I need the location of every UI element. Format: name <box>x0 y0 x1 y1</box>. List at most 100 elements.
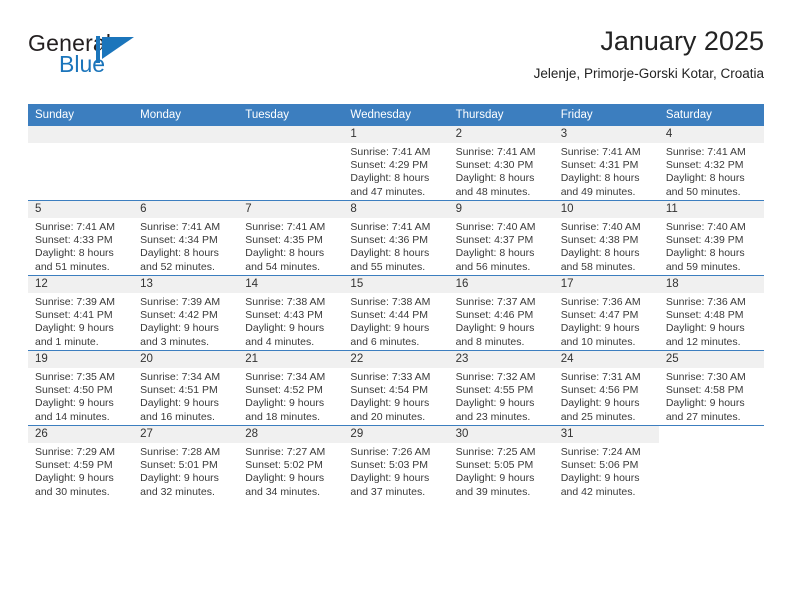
day-number: 28 <box>238 426 344 443</box>
calendar-cell[interactable]: 25 Sunrise: 7:30 AM Sunset: 4:58 PM Dayligh… <box>658 350 764 426</box>
day-cell[interactable]: 18 Sunrise: 7:36 AM Sunset: 4:48 PM Dayligh… <box>658 276 764 350</box>
calendar-cell[interactable]: 26 Sunrise: 7:29 AM Sunset: 4:59 PM Dayligh… <box>28 425 134 500</box>
day-cell[interactable]: 9 Sunrise: 7:40 AM Sunset: 4:37 PM Daylight… <box>448 201 554 275</box>
calendar-cell[interactable]: 23 Sunrise: 7:32 AM Sunset: 4:55 PM Dayligh… <box>448 350 554 426</box>
sunrise-text: Sunrise: 7:34 AM <box>140 371 221 383</box>
calendar-cell[interactable]: 5 Sunrise: 7:41 AM Sunset: 4:33 PM Daylight… <box>28 200 134 276</box>
calendar-cell[interactable]: 10 Sunrise: 7:40 AM Sunset: 4:38 PM Dayligh… <box>553 200 659 276</box>
day-cell[interactable]: 25 Sunrise: 7:30 AM Sunset: 4:58 PM Dayligh… <box>658 351 764 425</box>
calendar-cell[interactable]: 21 Sunrise: 7:34 AM Sunset: 4:52 PM Dayligh… <box>238 350 344 426</box>
day-info: Sunrise: 7:37 AM Sunset: 4:46 PM Daylight:… <box>449 293 554 349</box>
day-cell[interactable]: 16 Sunrise: 7:37 AM Sunset: 4:46 PM Dayligh… <box>448 276 554 350</box>
sunset-text: Sunset: 4:32 PM <box>665 159 744 172</box>
calendar-cell[interactable]: 14 Sunrise: 7:38 AM Sunset: 4:43 PM Dayligh… <box>238 275 344 351</box>
daylight-text-line2: and 23 minutes. <box>455 410 531 423</box>
day-cell[interactable]: 28 Sunrise: 7:27 AM Sunset: 5:02 PM Dayligh… <box>238 426 344 500</box>
day-cell[interactable]: 12 Sunrise: 7:39 AM Sunset: 4:41 PM Dayligh… <box>28 276 134 350</box>
calendar-cell[interactable]: 30 Sunrise: 7:25 AM Sunset: 5:05 PM Dayligh… <box>448 425 554 500</box>
day-cell[interactable]: 13 Sunrise: 7:39 AM Sunset: 4:42 PM Dayligh… <box>133 276 239 350</box>
calendar-cell[interactable] <box>658 425 764 500</box>
day-info: Sunrise: 7:34 AM Sunset: 4:51 PM Daylight:… <box>133 368 238 424</box>
day-cell[interactable]: 20 Sunrise: 7:34 AM Sunset: 4:51 PM Dayligh… <box>133 351 239 425</box>
calendar-cell[interactable]: 24 Sunrise: 7:31 AM Sunset: 4:56 PM Dayligh… <box>553 350 659 426</box>
calendar-cell[interactable]: 7 Sunrise: 7:41 AM Sunset: 4:35 PM Daylight… <box>238 200 344 276</box>
sunrise-text: Sunrise: 7:41 AM <box>350 221 431 233</box>
title-block: January 2025 Jelenje, Primorje-Gorski Ko… <box>534 24 764 85</box>
calendar-cell[interactable]: 8 Sunrise: 7:41 AM Sunset: 4:36 PM Daylight… <box>343 200 449 276</box>
day-info: Sunrise: 7:39 AM Sunset: 4:41 PM Daylight:… <box>28 293 133 349</box>
calendar-cell[interactable]: 18 Sunrise: 7:36 AM Sunset: 4:48 PM Dayligh… <box>658 275 764 351</box>
calendar-cell[interactable]: 16 Sunrise: 7:37 AM Sunset: 4:46 PM Dayligh… <box>448 275 554 351</box>
day-number <box>28 126 134 143</box>
calendar-cell[interactable]: 9 Sunrise: 7:40 AM Sunset: 4:37 PM Daylight… <box>448 200 554 276</box>
calendar-cell[interactable]: 1 Sunrise: 7:41 AM Sunset: 4:29 PM Daylight… <box>343 126 449 201</box>
day-cell[interactable]: 7 Sunrise: 7:41 AM Sunset: 4:35 PM Daylight… <box>238 201 344 275</box>
day-cell[interactable]: 23 Sunrise: 7:32 AM Sunset: 4:55 PM Dayligh… <box>448 351 554 425</box>
day-cell[interactable]: 15 Sunrise: 7:38 AM Sunset: 4:44 PM Dayligh… <box>343 276 449 350</box>
day-number: 1 <box>343 126 449 143</box>
day-cell[interactable]: 17 Sunrise: 7:36 AM Sunset: 4:47 PM Dayligh… <box>553 276 659 350</box>
sunrise-text: Sunrise: 7:41 AM <box>665 146 746 158</box>
day-cell[interactable] <box>238 126 344 200</box>
sunrise-text: Sunrise: 7:34 AM <box>245 371 326 383</box>
day-cell[interactable]: 10 Sunrise: 7:40 AM Sunset: 4:38 PM Dayligh… <box>553 201 659 275</box>
day-cell[interactable]: 2 Sunrise: 7:41 AM Sunset: 4:30 PM Daylight… <box>448 126 554 200</box>
day-cell[interactable] <box>658 426 764 500</box>
day-cell[interactable] <box>28 126 134 200</box>
day-cell[interactable]: 14 Sunrise: 7:38 AM Sunset: 4:43 PM Dayligh… <box>238 276 344 350</box>
day-cell[interactable]: 30 Sunrise: 7:25 AM Sunset: 5:05 PM Dayligh… <box>448 426 554 500</box>
calendar-cell[interactable] <box>238 126 344 201</box>
calendar-cell[interactable]: 28 Sunrise: 7:27 AM Sunset: 5:02 PM Dayligh… <box>238 425 344 500</box>
day-info: Sunrise: 7:34 AM Sunset: 4:52 PM Daylight:… <box>238 368 343 424</box>
brand-logo[interactable]: General Blue <box>28 30 208 88</box>
calendar-cell[interactable]: 22 Sunrise: 7:33 AM Sunset: 4:54 PM Dayligh… <box>343 350 449 426</box>
day-cell[interactable]: 1 Sunrise: 7:41 AM Sunset: 4:29 PM Daylight… <box>343 126 449 200</box>
daylight-text-line1: Daylight: 9 hours <box>560 472 640 485</box>
calendar-cell[interactable]: 20 Sunrise: 7:34 AM Sunset: 4:51 PM Dayligh… <box>133 350 239 426</box>
calendar-week-row: 12 Sunrise: 7:39 AM Sunset: 4:41 PM Dayligh… <box>28 275 764 351</box>
calendar-week-row: 1 Sunrise: 7:41 AM Sunset: 4:29 PM Daylight… <box>28 126 764 201</box>
day-cell[interactable]: 27 Sunrise: 7:28 AM Sunset: 5:01 PM Dayligh… <box>133 426 239 500</box>
day-cell[interactable]: 6 Sunrise: 7:41 AM Sunset: 4:34 PM Daylight… <box>133 201 239 275</box>
sunrise-text: Sunrise: 7:38 AM <box>245 296 326 308</box>
calendar-cell[interactable]: 11 Sunrise: 7:40 AM Sunset: 4:39 PM Dayligh… <box>658 200 764 276</box>
calendar-cell[interactable]: 15 Sunrise: 7:38 AM Sunset: 4:44 PM Dayligh… <box>343 275 449 351</box>
day-cell[interactable]: 21 Sunrise: 7:34 AM Sunset: 4:52 PM Dayligh… <box>238 351 344 425</box>
calendar-cell[interactable]: 19 Sunrise: 7:35 AM Sunset: 4:50 PM Dayligh… <box>28 350 134 426</box>
sunrise-text: Sunrise: 7:40 AM <box>455 221 536 233</box>
day-cell[interactable]: 4 Sunrise: 7:41 AM Sunset: 4:32 PM Daylight… <box>658 126 764 200</box>
day-cell[interactable]: 3 Sunrise: 7:41 AM Sunset: 4:31 PM Daylight… <box>553 126 659 200</box>
calendar-cell[interactable]: 29 Sunrise: 7:26 AM Sunset: 5:03 PM Dayligh… <box>343 425 449 500</box>
day-cell[interactable]: 26 Sunrise: 7:29 AM Sunset: 4:59 PM Dayligh… <box>28 426 134 500</box>
calendar-cell[interactable]: 2 Sunrise: 7:41 AM Sunset: 4:30 PM Daylight… <box>448 126 554 201</box>
day-cell[interactable] <box>133 126 239 200</box>
day-cell[interactable]: 11 Sunrise: 7:40 AM Sunset: 4:39 PM Dayligh… <box>658 201 764 275</box>
day-cell[interactable]: 19 Sunrise: 7:35 AM Sunset: 4:50 PM Dayligh… <box>28 351 134 425</box>
calendar-cell[interactable]: 13 Sunrise: 7:39 AM Sunset: 4:42 PM Dayligh… <box>133 275 239 351</box>
calendar-cell[interactable]: 12 Sunrise: 7:39 AM Sunset: 4:41 PM Dayligh… <box>28 275 134 351</box>
day-number: 12 <box>28 276 134 293</box>
day-number <box>658 426 764 443</box>
calendar-cell[interactable]: 6 Sunrise: 7:41 AM Sunset: 4:34 PM Daylight… <box>133 200 239 276</box>
day-cell[interactable]: 8 Sunrise: 7:41 AM Sunset: 4:36 PM Daylight… <box>343 201 449 275</box>
daylight-text-line1: Daylight: 8 hours <box>350 172 430 185</box>
calendar-cell[interactable]: 31 Sunrise: 7:24 AM Sunset: 5:06 PM Dayligh… <box>553 425 659 500</box>
calendar-cell[interactable]: 27 Sunrise: 7:28 AM Sunset: 5:01 PM Dayligh… <box>133 425 239 500</box>
calendar-cell[interactable]: 4 Sunrise: 7:41 AM Sunset: 4:32 PM Daylight… <box>658 126 764 201</box>
day-cell[interactable]: 22 Sunrise: 7:33 AM Sunset: 4:54 PM Dayligh… <box>343 351 449 425</box>
sunrise-text: Sunrise: 7:39 AM <box>140 296 221 308</box>
day-number: 20 <box>133 351 239 368</box>
day-cell[interactable]: 5 Sunrise: 7:41 AM Sunset: 4:33 PM Daylight… <box>28 201 134 275</box>
sunset-text: Sunset: 4:36 PM <box>350 234 429 247</box>
day-info: Sunrise: 7:40 AM Sunset: 4:39 PM Daylight:… <box>659 218 764 274</box>
calendar-cell[interactable]: 3 Sunrise: 7:41 AM Sunset: 4:31 PM Daylight… <box>553 126 659 201</box>
daylight-text-line2: and 34 minutes. <box>245 485 320 498</box>
page-subtitle: Jelenje, Primorje-Gorski Kotar, Croatia <box>533 66 764 81</box>
day-cell[interactable]: 31 Sunrise: 7:24 AM Sunset: 5:06 PM Dayligh… <box>553 426 659 500</box>
sunrise-text: Sunrise: 7:32 AM <box>455 371 536 383</box>
calendar-cell[interactable] <box>28 126 134 201</box>
day-cell[interactable]: 24 Sunrise: 7:31 AM Sunset: 4:56 PM Dayligh… <box>553 351 659 425</box>
calendar-cell[interactable]: 17 Sunrise: 7:36 AM Sunset: 4:47 PM Dayligh… <box>553 275 659 351</box>
calendar-cell[interactable] <box>133 126 239 201</box>
day-cell[interactable]: 29 Sunrise: 7:26 AM Sunset: 5:03 PM Dayligh… <box>343 426 449 500</box>
